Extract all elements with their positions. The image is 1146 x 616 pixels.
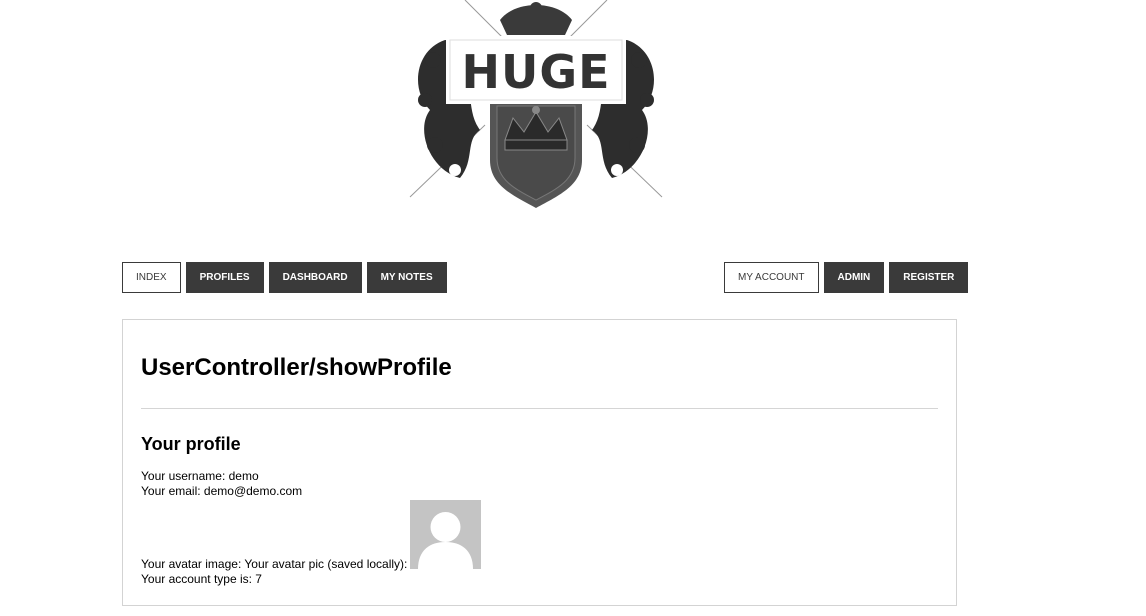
page: HUGE INDEX PROFILES DASHBOARD MY NOTES M… bbox=[0, 0, 1146, 616]
crest-icon bbox=[409, 0, 663, 208]
content-box: UserController/showProfile Your profile … bbox=[122, 319, 957, 606]
nav-item-dashboard[interactable]: DASHBOARD bbox=[268, 262, 362, 293]
huge-logo[interactable]: HUGE bbox=[405, 0, 667, 212]
user-silhouette-icon bbox=[410, 500, 481, 569]
avatar-image bbox=[410, 500, 481, 569]
section-title: Your profile bbox=[141, 434, 241, 454]
avatar-line: Your avatar image: Your avatar pic (save… bbox=[141, 557, 408, 571]
nav-item-register[interactable]: REGISTER bbox=[889, 262, 969, 293]
email-line: Your email: demo@demo.com bbox=[141, 484, 303, 498]
nav-item-admin[interactable]: ADMIN bbox=[823, 262, 885, 293]
nav-item-my-account[interactable]: MY ACCOUNT bbox=[724, 262, 819, 293]
account-nav: MY ACCOUNT ADMIN REGISTER bbox=[724, 262, 969, 293]
title-divider bbox=[141, 408, 938, 409]
nav-item-my-notes[interactable]: MY NOTES bbox=[366, 262, 447, 293]
nav-item-index[interactable]: INDEX bbox=[122, 262, 181, 293]
main-nav: INDEX PROFILES DASHBOARD MY NOTES bbox=[122, 262, 447, 293]
nav-item-profiles[interactable]: PROFILES bbox=[185, 262, 264, 293]
username-line: Your username: demo bbox=[141, 469, 259, 483]
page-title: UserController/showProfile bbox=[141, 354, 452, 381]
account-type-line: Your account type is: 7 bbox=[141, 572, 262, 586]
logo-text: HUGE bbox=[461, 45, 611, 99]
